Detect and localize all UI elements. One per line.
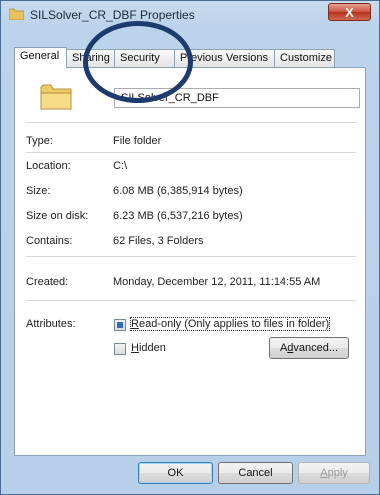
window-title: SILSolver_CR_DBF Properties [30,8,195,22]
separator [26,256,356,257]
attributes-label: Attributes: [26,318,76,330]
separator [26,152,356,153]
hidden-checkbox[interactable] [114,343,126,355]
tab-previous-versions[interactable]: Previous Versions [174,49,275,67]
tab-customize[interactable]: Customize [274,49,335,67]
large-folder-icon [40,84,72,110]
apply-button[interactable]: Apply [298,462,370,484]
location-label: Location: [26,160,71,172]
properties-window: SILSolver_CR_DBF Properties X General Sh… [0,0,380,495]
separator [26,122,356,123]
readonly-checkbox[interactable] [114,319,126,331]
type-value: File folder [113,135,162,147]
tab-general[interactable]: General [14,47,67,68]
hidden-checkbox-label[interactable]: Hidden [131,342,166,354]
close-button[interactable]: X [328,3,371,21]
size-on-disk-label: Size on disk: [26,210,89,222]
tab-security[interactable]: Security [114,49,175,67]
type-label: Type: [26,135,53,147]
advanced-button[interactable]: Advanced... [269,337,349,359]
folder-icon [9,8,24,20]
size-on-disk-value: 6.23 MB (6,537,216 bytes) [113,210,243,222]
readonly-checkbox-label[interactable]: Read-only (Only applies to files in fold… [129,317,331,331]
cancel-button[interactable]: Cancel [218,462,293,484]
title-bar[interactable]: SILSolver_CR_DBF Properties X [1,1,379,27]
tab-strip: General Sharing Security Previous Versio… [14,47,366,68]
size-label: Size: [26,185,51,197]
contains-label: Contains: [26,235,73,247]
location-value: C:\ [113,160,128,172]
general-tab-panel: Type: File folder Location: C:\ Size: 6.… [14,67,366,456]
separator [26,300,356,301]
folder-name-input[interactable] [114,88,360,108]
created-value: Monday, December 12, 2011, 11:14:55 AM [113,276,321,288]
tab-sharing[interactable]: Sharing [66,49,115,67]
size-value: 6.08 MB (6,385,914 bytes) [113,185,243,197]
contains-value: 62 Files, 3 Folders [113,235,204,247]
ok-button[interactable]: OK [138,462,213,484]
created-label: Created: [26,276,69,288]
